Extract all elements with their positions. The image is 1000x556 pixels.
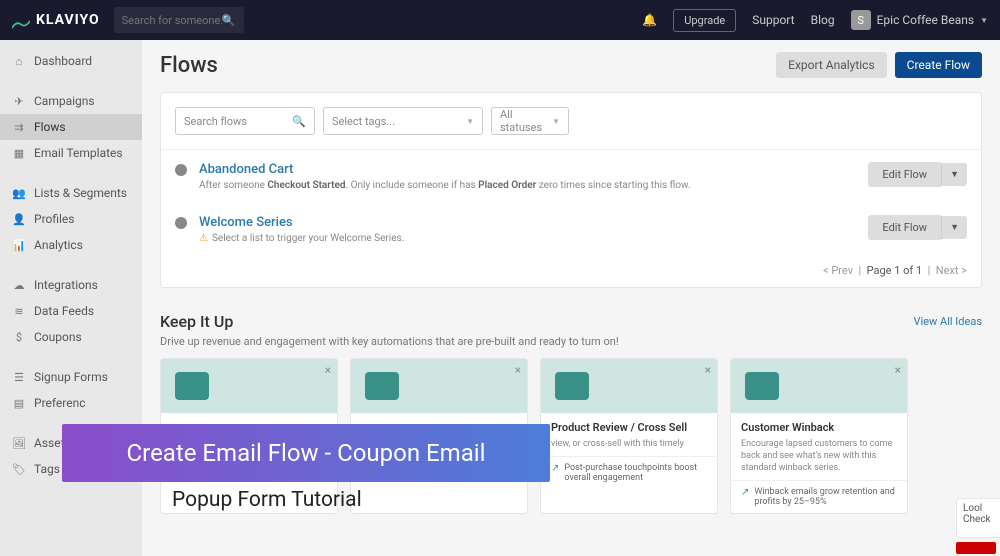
account-name: Epic Coffee Beans [877, 13, 974, 27]
sidebar-item-profiles[interactable]: 👤Profiles [0, 206, 142, 232]
account-avatar: S [851, 10, 871, 30]
sidebar-item-preferences[interactable]: ▤Preferenc [0, 390, 142, 416]
section-title: Keep It Up [160, 312, 233, 331]
flows-card: Search flows🔍 Select tags...▼ All status… [160, 92, 982, 288]
form-icon: ☰ [12, 370, 26, 384]
trend-icon: ↗ [551, 463, 559, 474]
chevron-down-icon: ▼ [466, 117, 474, 126]
chevron-down-icon: ▼ [552, 117, 560, 126]
top-bar: KLAVIYO 🔍 🔔 Upgrade Support Blog S Epic … [0, 0, 1000, 40]
edit-flow-dropdown[interactable]: ▼ [941, 216, 967, 239]
search-icon: 🔍 [222, 14, 236, 27]
tag-icon: 🏷 [12, 462, 26, 476]
image-icon: 🖼 [12, 436, 26, 450]
idea-card[interactable]: × Customer WinbackEncourage lapsed custo… [730, 358, 908, 514]
logo-icon [12, 15, 30, 25]
support-link[interactable]: Support [752, 13, 794, 27]
feed-icon: ≋ [12, 304, 26, 318]
flow-title-link[interactable]: Welcome Series [199, 215, 856, 230]
status-dot [175, 217, 187, 229]
pref-icon: ▤ [12, 396, 26, 410]
page-title: Flows [160, 53, 218, 78]
create-flow-button[interactable]: Create Flow [895, 52, 982, 78]
sidebar-item-flows[interactable]: ⇉Flows [0, 114, 142, 140]
sidebar-item-signup-forms[interactable]: ☰Signup Forms [0, 364, 142, 390]
idea-icon [365, 372, 399, 400]
idea-icon [745, 372, 779, 400]
side-peek: LoolCheck [956, 498, 1000, 538]
sidebar-item-data-feeds[interactable]: ≋Data Feeds [0, 298, 142, 324]
send-icon: ✈ [12, 94, 26, 108]
idea-icon [555, 372, 589, 400]
edit-flow-button[interactable]: Edit Flow [868, 215, 941, 240]
prev-page[interactable]: < Prev [823, 264, 853, 277]
idea-card[interactable]: × Product Review / Cross Sellview, or cr… [540, 358, 718, 514]
idea-icon [175, 372, 209, 400]
sidebar-item-dashboard[interactable]: ⌂Dashboard [0, 48, 142, 74]
search-icon: 🔍 [292, 115, 306, 128]
flow-row: Abandoned Cart After someone Checkout St… [161, 150, 981, 203]
flow-description: ⚠Select a list to trigger your Welcome S… [199, 233, 856, 244]
cloud-icon: ☁ [12, 278, 26, 292]
keep-it-up-section: Keep It Up View All Ideas Drive up reven… [142, 302, 1000, 514]
blog-link[interactable]: Blog [811, 13, 835, 27]
status-dot [175, 164, 187, 176]
logo[interactable]: KLAVIYO [12, 12, 100, 28]
view-all-ideas-link[interactable]: View All Ideas [914, 315, 982, 328]
sidebar-item-coupons[interactable]: $Coupons [0, 324, 142, 350]
edit-flow-dropdown[interactable]: ▼ [941, 163, 967, 186]
template-icon: ▦ [12, 146, 26, 160]
sidebar-item-integrations[interactable]: ☁Integrations [0, 272, 142, 298]
flow-title-link[interactable]: Abandoned Cart [199, 162, 856, 177]
youtube-badge[interactable] [956, 542, 996, 554]
tutorial-banner: Create Email Flow - Coupon Email [62, 424, 550, 482]
logo-text: KLAVIYO [36, 12, 100, 28]
section-subtitle: Drive up revenue and engagement with key… [160, 335, 982, 348]
dollar-icon: $ [12, 330, 26, 344]
flow-description: After someone Checkout Started. Only inc… [199, 180, 856, 191]
sidebar-item-campaigns[interactable]: ✈Campaigns [0, 88, 142, 114]
trend-icon: ↗ [741, 487, 749, 498]
next-page[interactable]: Next > [936, 264, 967, 277]
bell-icon[interactable]: 🔔 [642, 13, 657, 27]
edit-flow-button[interactable]: Edit Flow [868, 162, 941, 187]
page-indicator: Page 1 of 1 [867, 264, 923, 277]
tags-filter[interactable]: Select tags...▼ [323, 107, 483, 135]
warning-icon: ⚠ [199, 233, 208, 244]
tutorial-subtitle: Popup Form Tutorial [172, 488, 362, 512]
close-icon[interactable]: × [515, 363, 521, 377]
chevron-down-icon: ▼ [980, 16, 988, 25]
chart-icon: 📊 [12, 238, 26, 252]
upgrade-button[interactable]: Upgrade [673, 9, 736, 32]
flow-icon: ⇉ [12, 120, 26, 134]
sidebar-item-email-templates[interactable]: ▦Email Templates [0, 140, 142, 166]
global-search[interactable]: 🔍 [114, 7, 244, 33]
status-filter[interactable]: All statuses▼ [491, 107, 569, 135]
sidebar-item-analytics[interactable]: 📊Analytics [0, 232, 142, 258]
export-analytics-button[interactable]: Export Analytics [776, 52, 887, 78]
close-icon[interactable]: × [895, 363, 901, 377]
profile-icon: 👤 [12, 212, 26, 226]
global-search-input[interactable] [122, 14, 222, 27]
flow-search[interactable]: Search flows🔍 [175, 107, 315, 135]
dashboard-icon: ⌂ [12, 54, 26, 68]
close-icon[interactable]: × [705, 363, 711, 377]
account-menu[interactable]: S Epic Coffee Beans ▼ [851, 10, 988, 30]
close-icon[interactable]: × [325, 363, 331, 377]
people-icon: 👥 [12, 186, 26, 200]
sidebar-item-lists[interactable]: 👥Lists & Segments [0, 180, 142, 206]
pagination: < Prev | Page 1 of 1 | Next > [161, 256, 981, 287]
flow-row: Welcome Series ⚠Select a list to trigger… [161, 203, 981, 256]
